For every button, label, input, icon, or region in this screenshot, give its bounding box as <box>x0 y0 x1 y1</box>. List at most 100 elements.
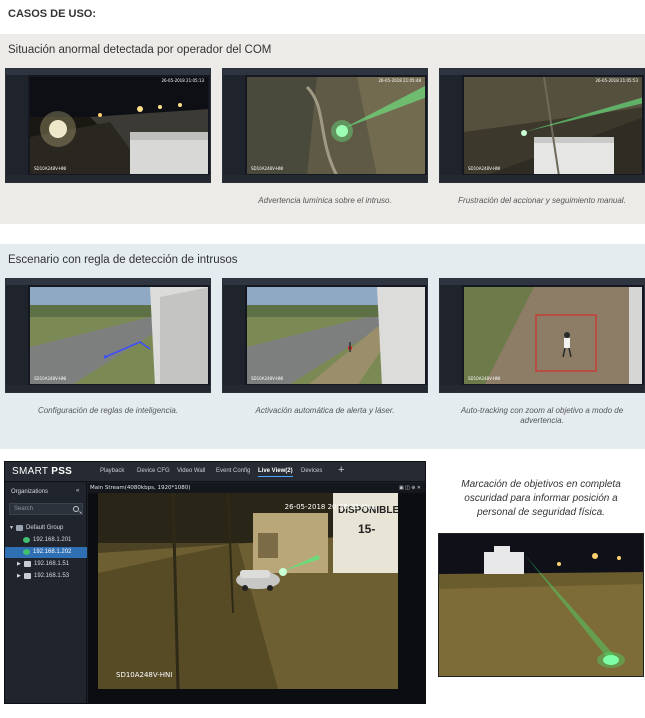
organizations-label: Organizations <box>11 489 49 495</box>
add-tab-button[interactable]: + <box>338 464 344 476</box>
pss-top-bar: SMART PSS Playback Device CFG Video Wall… <box>5 462 425 482</box>
night-yard-scene: DISPONIBLE 15- <box>98 493 398 689</box>
frame-timestamp: 26-05-2018 21:05:53 <box>595 78 638 83</box>
tree-item-label: Default Group <box>26 525 64 531</box>
frame-camera-name: SD10A248V-HNI <box>34 376 67 381</box>
tab-devices[interactable]: Devices <box>301 468 322 474</box>
device-tree-panel: Organizations « Search ▼ Default Group 1… <box>5 483 87 703</box>
client-footer <box>440 385 644 392</box>
auto-alert-scene <box>247 287 425 384</box>
camera-frame-2[interactable]: 26-05-2018 21:05:48 SD10A248V-HNI <box>222 68 428 183</box>
frame-camera-name: SD10A248V-HNI <box>468 376 501 381</box>
frame-caption: Configuración de reglas de inteligencia. <box>37 406 179 415</box>
tree-item-label: 192.168.1.53 <box>34 573 70 579</box>
smart-pss-window: SMART PSS Playback Device CFG Video Wall… <box>4 461 426 704</box>
client-sidebar <box>440 75 462 182</box>
client-toolbar <box>6 69 210 75</box>
frame-timestamp: 26-05-2018 21:05:13 <box>161 78 204 83</box>
frame-caption: Frustración del accionar y seguimiento m… <box>458 196 626 205</box>
tree-item-label: 192.168.1.202 <box>33 549 72 555</box>
stream-label: Main Stream(4080kbps, 1920*1080) <box>90 485 191 491</box>
collapse-chevron-icon[interactable]: « <box>76 488 79 494</box>
tree-item-device[interactable]: ▶ 192.168.1.51 <box>5 559 87 570</box>
stream-info-bar: Main Stream(4080kbps, 1920*1080) ▣ ◫ ⊕ ✕ <box>88 483 425 493</box>
camera-frame-6[interactable]: SD10A248V-HNI <box>439 278 645 393</box>
pss-logo-bold: PSS <box>51 466 73 477</box>
live-timestamp: 26-05-2018 20:38:33 Mon <box>284 503 376 511</box>
tree-item-default-group[interactable]: ▼ Default Group <box>5 523 87 534</box>
frame-timestamp: 26-05-2018 21:05:48 <box>378 78 421 83</box>
tree-item-camera[interactable]: 192.168.1.201 <box>5 535 87 546</box>
night-marking-description: Marcación de objetivos en completa oscur… <box>461 479 621 518</box>
camera-online-icon <box>23 537 30 543</box>
camera-online-icon <box>23 549 30 555</box>
expand-arrow-icon[interactable]: ▼ <box>9 525 14 531</box>
laser-warning-scene <box>247 77 425 174</box>
search-placeholder: Search <box>14 506 34 512</box>
device-search-input[interactable]: Search <box>9 503 83 515</box>
tab-event-config[interactable]: Event Config <box>216 468 250 474</box>
client-footer <box>223 175 427 182</box>
client-sidebar <box>223 285 245 392</box>
night-laser-photo <box>438 533 644 677</box>
camera-scene <box>30 287 208 384</box>
view-tools[interactable]: ▣ ◫ ⊕ ✕ <box>399 485 421 491</box>
frame-caption: Advertencia lumínica sobre el intruso. <box>258 196 392 205</box>
camera-frame-4[interactable]: SD10A248V-HNI <box>5 278 211 393</box>
camera-frame-5[interactable]: SD10A248V-HNI <box>222 278 428 393</box>
client-toolbar <box>6 279 210 285</box>
frame-caption: Auto-tracking con zoom al objetivo a mod… <box>460 406 624 425</box>
camera-frame-3[interactable]: 26-05-2018 21:05:53 SD10A248V-HNI <box>439 68 645 183</box>
section-header: Situación anormal detectada por operador… <box>0 34 645 66</box>
search-icon[interactable] <box>73 506 79 512</box>
camera-scene <box>247 287 425 384</box>
group-icon <box>16 525 23 531</box>
tab-device-cfg[interactable]: Device CFG <box>137 468 170 474</box>
tree-item-label: 192.168.1.201 <box>33 537 72 543</box>
client-toolbar <box>440 69 644 75</box>
manual-tracking-scene <box>464 77 642 174</box>
tree-item-camera-selected[interactable]: 192.168.1.202 <box>5 547 87 558</box>
camera-frame-1[interactable]: 26-05-2018 21:05:13 SD10A248V-HNI <box>5 68 211 183</box>
pss-logo-text: SMART <box>12 466 52 477</box>
expand-arrow-icon[interactable]: ▶ <box>17 561 21 567</box>
frame-camera-name: SD10A248V-HNI <box>251 376 284 381</box>
section-intrusion-rule: Escenario con regla de detección de intr… <box>0 244 645 449</box>
client-sidebar <box>223 75 245 182</box>
camera-scene <box>464 77 642 174</box>
client-footer <box>6 175 210 182</box>
client-footer <box>440 175 644 182</box>
section-title: Escenario con regla de detección de intr… <box>8 254 238 266</box>
tab-video-wall[interactable]: Video Wall <box>177 468 205 474</box>
frame-camera-name: SD10A248V-HNI <box>251 166 284 171</box>
nvr-icon <box>24 573 31 579</box>
expand-arrow-icon[interactable]: ▶ <box>17 573 21 579</box>
camera-scene <box>30 77 208 174</box>
live-camera-scene[interactable]: DISPONIBLE 15- 26-05-2018 20:38:33 Mon S… <box>98 493 398 689</box>
frame-camera-name: SD10A248V-HNI <box>34 166 67 171</box>
camera-scene <box>464 287 642 384</box>
frame-caption: Activación automática de alerta y láser. <box>255 406 395 415</box>
live-view-panel[interactable]: Main Stream(4080kbps, 1920*1080) ▣ ◫ ⊕ ✕… <box>88 483 425 703</box>
client-footer <box>6 385 210 392</box>
camera-scene <box>247 77 425 174</box>
client-sidebar <box>6 285 28 392</box>
client-toolbar <box>223 279 427 285</box>
client-footer <box>223 385 427 392</box>
tab-live-view[interactable]: Live View(2) <box>258 468 293 477</box>
sign-number: 15- <box>358 522 375 536</box>
rule-config-scene <box>30 287 208 384</box>
tree-item-device[interactable]: ▶ 192.168.1.53 <box>5 571 87 582</box>
client-sidebar <box>440 285 462 392</box>
night-field-scene <box>439 534 643 676</box>
section-header: Escenario con regla de detección de intr… <box>0 244 645 276</box>
frame-camera-name: SD10A248V-HNI <box>468 166 501 171</box>
tree-item-label: 192.168.1.51 <box>34 561 70 567</box>
section-title: Situación anormal detectada por operador… <box>8 44 272 56</box>
auto-tracking-scene <box>464 287 642 384</box>
page-title: CASOS DE USO: <box>8 8 97 20</box>
tab-playback[interactable]: Playback <box>100 468 124 474</box>
nvr-icon <box>24 561 31 567</box>
client-toolbar <box>223 69 427 75</box>
pss-logo: SMART PSS <box>12 466 72 477</box>
